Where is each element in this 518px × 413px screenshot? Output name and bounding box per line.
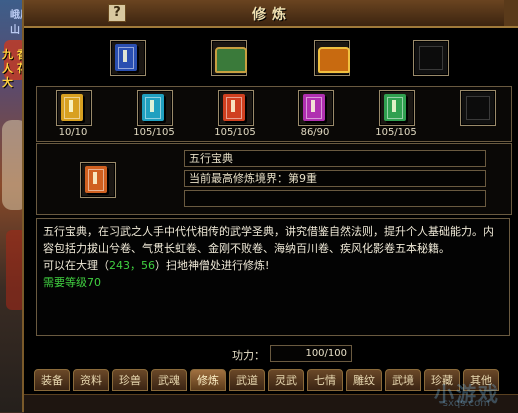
book-blue-icon bbox=[115, 44, 137, 71]
book-orange-icon bbox=[85, 166, 107, 193]
skill-book-count: 86/90 bbox=[300, 127, 330, 138]
book-gold-icon bbox=[61, 94, 83, 121]
skill-book-slot[interactable] bbox=[137, 90, 173, 126]
tab-martial-path[interactable]: 武道 bbox=[229, 369, 265, 391]
skill-book-slot-empty[interactable] bbox=[460, 90, 496, 126]
blank-field bbox=[184, 190, 486, 207]
skill-book-count: 105/105 bbox=[375, 127, 417, 138]
description-box: 五行宝典，在习武之人手中代代相传的武学圣典，讲究借鉴自然法则，提升个人基础能力。… bbox=[36, 218, 510, 336]
treasure-chest-green-icon bbox=[215, 47, 247, 73]
skill-book-count: 105/105 bbox=[133, 127, 175, 138]
skill-name-field: 五行宝典 bbox=[184, 150, 486, 167]
book-green-icon bbox=[384, 94, 406, 121]
skill-book-slot[interactable] bbox=[298, 90, 334, 126]
tab-spirit-weapon[interactable]: 灵武 bbox=[268, 369, 304, 391]
skill-book-count: 105/105 bbox=[214, 127, 256, 138]
item-slot-empty[interactable] bbox=[413, 40, 449, 76]
tab-engraving[interactable]: 雕纹 bbox=[346, 369, 382, 391]
tab-martial-realm[interactable]: 武境 bbox=[385, 369, 421, 391]
item-slot-book[interactable] bbox=[110, 40, 146, 76]
window-title: 修炼 bbox=[252, 7, 292, 23]
location-line: 可以在大理（243，56）扫地神僧处进行修炼! bbox=[43, 257, 503, 274]
item-slot-chest[interactable] bbox=[211, 40, 247, 76]
tab-emotions[interactable]: 七情 bbox=[307, 369, 343, 391]
close-button[interactable] bbox=[504, 0, 518, 26]
description-text: 五行宝典，在习武之人手中代代相传的武学圣典，讲究借鉴自然法则，提升个人基础能力。… bbox=[43, 225, 494, 255]
tab-equipment[interactable]: 装备 bbox=[34, 369, 70, 391]
skill-book-slot[interactable] bbox=[218, 90, 254, 126]
book-cyan-icon bbox=[142, 94, 164, 121]
treasure-chest-orange-icon bbox=[318, 47, 350, 73]
window-titlebar: ? 修炼 bbox=[24, 0, 518, 28]
realm-field: 当前最高修炼境界：第9重 bbox=[184, 170, 486, 187]
tab-martial-soul[interactable]: 武魂 bbox=[151, 369, 187, 391]
tab-cultivation[interactable]: 修炼 bbox=[190, 369, 226, 391]
cultivation-window: ? 修炼 10/10 105/105 105/105 86/90 105/105… bbox=[22, 0, 518, 413]
tab-pets[interactable]: 珍兽 bbox=[112, 369, 148, 391]
selected-skill-slot[interactable] bbox=[80, 162, 116, 198]
location-prefix: 可以在大理（ bbox=[43, 259, 109, 272]
skill-book-panel bbox=[36, 86, 512, 142]
book-red-icon bbox=[223, 94, 245, 121]
tab-profile[interactable]: 资料 bbox=[73, 369, 109, 391]
skill-book-count: 10/10 bbox=[58, 127, 88, 138]
book-purple-icon bbox=[303, 94, 325, 121]
power-label: 功力： bbox=[232, 349, 265, 362]
skill-book-slot[interactable] bbox=[56, 90, 92, 126]
power-value: 100/100 bbox=[270, 345, 352, 362]
location-suffix: ）扫地神僧处进行修炼! bbox=[155, 259, 270, 272]
location-coordinate-link[interactable]: 243，56 bbox=[109, 259, 155, 272]
watermark-url: sxqs.com bbox=[442, 398, 490, 409]
item-slot-chest[interactable] bbox=[314, 40, 350, 76]
level-requirement: 需要等级70 bbox=[43, 276, 101, 289]
skill-book-slot[interactable] bbox=[379, 90, 415, 126]
